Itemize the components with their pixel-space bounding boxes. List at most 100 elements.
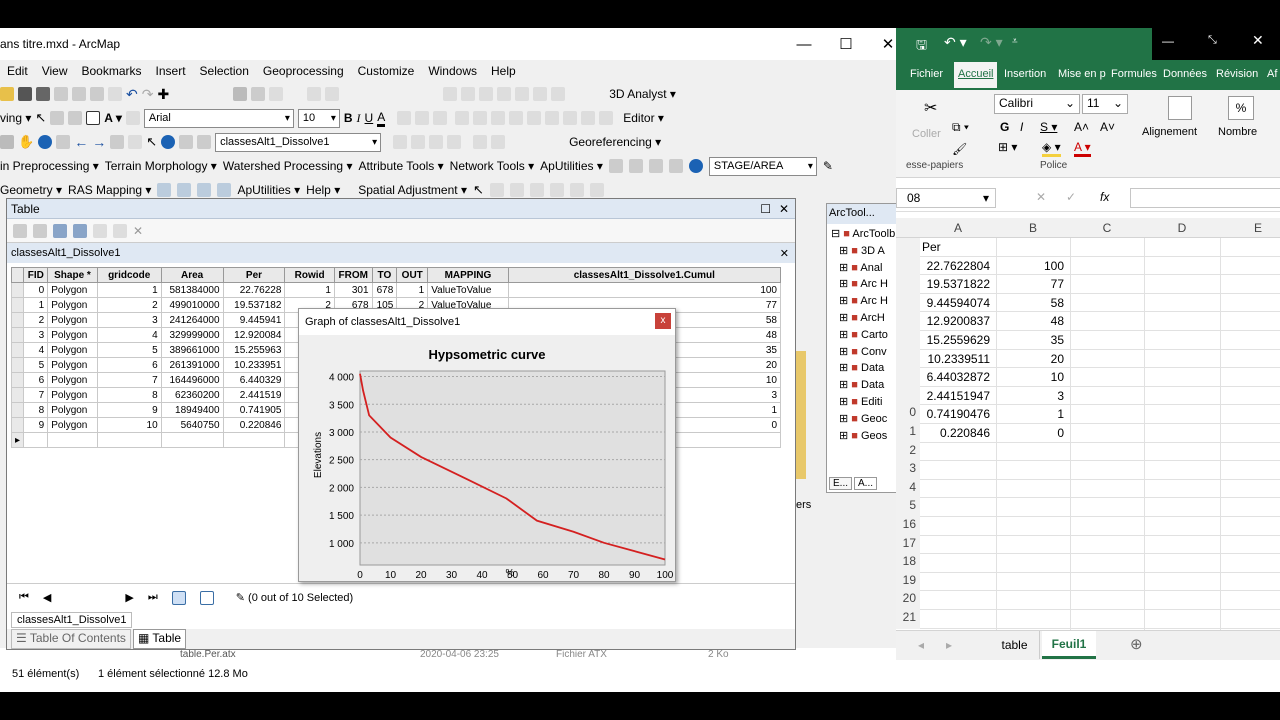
tool-icon[interactable] [447, 135, 462, 149]
cell-a[interactable]: 15.2559629 [920, 331, 996, 350]
cell-a1[interactable]: Per [920, 238, 996, 257]
row-header[interactable]: 5 [896, 498, 920, 517]
table-cell[interactable]: Polygon [47, 327, 98, 343]
tool-icon[interactable] [628, 159, 643, 173]
stage-area-select[interactable]: STAGE/AREA [708, 156, 817, 176]
clear-selection-icon[interactable] [93, 223, 107, 238]
marker-color-icon[interactable] [433, 111, 448, 125]
close-icon[interactable]: ✕ [779, 202, 789, 216]
file-name[interactable]: table.Per.atx [180, 649, 236, 660]
delete-icon[interactable] [108, 87, 122, 101]
menu-bookmarks[interactable]: Bookmarks [74, 64, 148, 78]
undo-icon[interactable]: ↶ [126, 86, 138, 103]
identify-icon[interactable] [161, 135, 176, 149]
row-selector[interactable] [10, 327, 25, 343]
row-header[interactable]: 17 [896, 535, 920, 555]
col-header-a[interactable]: A [920, 218, 996, 238]
tab-insertion[interactable]: Insertion [1004, 68, 1046, 80]
maximize-button[interactable]: ☐ [824, 28, 868, 60]
tool-icon[interactable] [233, 87, 248, 101]
zoom-icon[interactable] [68, 111, 83, 125]
tab-fichier[interactable]: Fichier [910, 68, 943, 80]
underline-button[interactable]: S ▾ [1040, 120, 1057, 134]
row-selector[interactable] [10, 387, 25, 403]
table-cell[interactable]: 5 [96, 342, 162, 358]
italic-button[interactable]: I [357, 111, 361, 126]
tool-icon[interactable] [157, 183, 172, 197]
row-header[interactable]: 19 [896, 572, 920, 592]
find-icon[interactable] [179, 135, 194, 149]
toolbar-menu[interactable]: ApUtilities ▾ [237, 183, 300, 197]
sheet-tab-table[interactable]: table [990, 631, 1040, 659]
column-header[interactable]: classesAlt1_Dissolve1.Cumul [507, 267, 782, 283]
row-header[interactable]: 1 [896, 424, 920, 443]
row-header[interactable] [896, 331, 920, 350]
georeferencing-menu[interactable]: Georeferencing ▾ [569, 135, 661, 149]
pan-icon[interactable]: ✋ [18, 134, 34, 150]
table-cell[interactable]: 5 [23, 357, 49, 373]
menu-insert[interactable]: Insert [149, 64, 193, 78]
font-color-icon[interactable]: A ▾ [1074, 140, 1091, 157]
row-selector[interactable] [10, 312, 25, 328]
table-cell[interactable]: 10.233951 [222, 357, 286, 373]
tool-icon[interactable] [668, 159, 683, 173]
first-record-button[interactable]: ⏮ [19, 591, 29, 604]
row-header[interactable] [896, 293, 920, 313]
menu-windows[interactable]: Windows [421, 64, 484, 78]
cell-a[interactable]: 0.220846 [920, 424, 996, 443]
table-cell[interactable]: Polygon [47, 357, 98, 373]
tool-icon[interactable] [491, 135, 506, 149]
row-header[interactable]: 4 [896, 479, 920, 499]
row-header[interactable] [896, 386, 920, 406]
cell-a[interactable]: 2.44151947 [920, 387, 996, 406]
tool-icon[interactable] [455, 111, 470, 125]
table-cell[interactable]: 5640750 [160, 417, 224, 433]
table-cell[interactable]: Polygon [47, 387, 98, 403]
font-shrink-icon[interactable]: A˅ [1100, 120, 1115, 134]
cell-b[interactable]: 10 [996, 368, 1070, 387]
cell-a[interactable]: 12.9200837 [920, 312, 996, 331]
col-header-c[interactable]: C [1070, 218, 1144, 238]
delete-icon[interactable]: ✕ [133, 224, 143, 238]
toolbar-menu[interactable]: RAS Mapping ▾ [68, 183, 151, 197]
tool-icon[interactable] [509, 111, 524, 125]
row-header[interactable]: 18 [896, 554, 920, 573]
bold-button[interactable]: B [344, 111, 353, 125]
table-cell[interactable]: 12.920084 [222, 327, 286, 343]
text-icon[interactable]: A ▾ [104, 111, 122, 125]
tool-icon[interactable] [473, 111, 488, 125]
table-cell[interactable]: Polygon [47, 312, 98, 328]
table-cell[interactable]: 1 [396, 282, 429, 298]
font-color-button[interactable]: A [377, 110, 386, 127]
select-elements-icon[interactable]: ↖ [35, 110, 46, 126]
forward-icon[interactable]: → [92, 134, 106, 150]
alignment-button[interactable]: Alignement [1142, 126, 1197, 138]
tool-icon[interactable] [599, 111, 614, 125]
tool-icon[interactable] [393, 135, 408, 149]
table-cell[interactable]: 6 [23, 372, 49, 388]
corner-header[interactable] [896, 218, 920, 238]
col-header-b[interactable]: B [996, 218, 1070, 238]
table-cell[interactable]: 10 [96, 417, 162, 433]
cell-b[interactable]: 58 [996, 294, 1070, 313]
add-sheet-button[interactable]: ⊕ [1130, 635, 1143, 653]
cell-b[interactable]: 3 [996, 387, 1070, 406]
zoom-in-icon[interactable] [0, 135, 14, 149]
select-by-attr-icon[interactable] [53, 223, 67, 238]
last-record-button[interactable]: ⏭ [148, 591, 158, 604]
copy-icon[interactable] [72, 87, 86, 101]
row-header[interactable]: 16 [896, 517, 920, 536]
cut-icon[interactable] [54, 87, 68, 101]
cell-a[interactable]: 22.7622804 [920, 257, 996, 276]
sheet-tab-feuil1[interactable]: Feuil1 [1042, 631, 1096, 659]
select-elements-icon[interactable]: ↖ [146, 134, 157, 150]
back-icon[interactable]: ← [74, 134, 88, 150]
full-extent-icon[interactable] [38, 135, 53, 149]
row-selector[interactable] [10, 297, 25, 313]
cell-b[interactable]: 35 [996, 331, 1070, 350]
3d-analyst-menu[interactable]: 3D Analyst ▾ [609, 87, 676, 101]
menu-help[interactable]: Help [484, 64, 523, 78]
table-cell[interactable]: 8 [96, 387, 162, 403]
col-header-d[interactable]: D [1144, 218, 1220, 238]
layer-select[interactable]: classesAlt1_Dissolve1 [215, 132, 382, 152]
